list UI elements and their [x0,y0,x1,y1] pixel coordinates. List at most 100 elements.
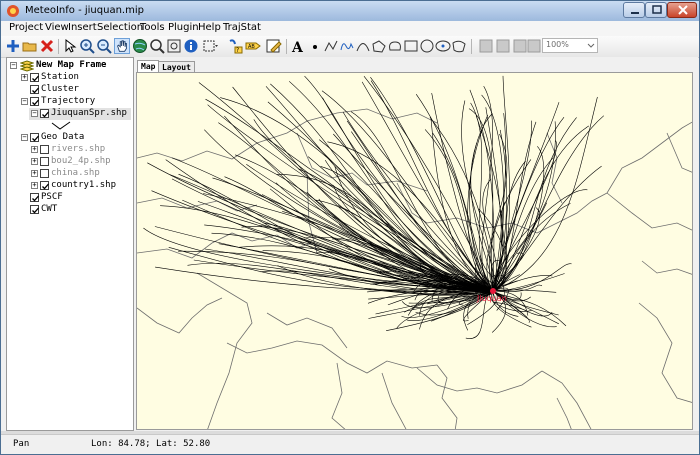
label-icon[interactable]: AB [245,38,261,54]
layer-checkbox[interactable] [40,169,49,178]
map-canvas[interactable]: Jiuquan [136,72,693,430]
legend-item-label: PSCF [41,192,63,202]
point-icon[interactable] [307,38,323,54]
menu-tools[interactable]: Tools [140,22,165,33]
menu-plugin[interactable]: Plugin [168,22,199,33]
legend-item-jiuquanspr[interactable]: − JiuquanSpr.shp [29,108,131,120]
collapse-icon[interactable]: − [31,110,38,117]
toolbar-separator [58,39,59,54]
checkmark-icon [42,183,49,190]
legend-item-rivers[interactable]: + rivers.shp [7,144,133,156]
select-rectangle-icon[interactable] [202,38,218,54]
zoom-combo[interactable]: 100% [542,38,598,53]
polyline-symbol-icon [51,121,71,130]
minimize-button[interactable] [623,2,645,18]
expand-icon[interactable]: + [31,158,38,165]
menu-project[interactable]: Project [9,22,43,33]
pan-hand-icon[interactable] [114,38,130,54]
layer-checkbox[interactable] [30,85,39,94]
zoom-value: 100% [546,40,569,49]
zoom-in-icon[interactable] [79,38,95,54]
identify-icon[interactable] [183,38,199,54]
zoom-to-layer-icon[interactable] [166,38,182,54]
polygon-icon[interactable] [371,38,387,54]
checkmark-icon [32,135,39,142]
zoom-out-icon[interactable] [96,38,112,54]
expand-icon[interactable]: + [31,170,38,177]
legend-item-cluster[interactable]: Cluster [7,84,133,96]
legend-item-country1[interactable]: + country1.shp [7,180,133,192]
meteoinfo-app-icon [7,5,19,17]
status-coordinates: Lon: 84.78; Lat: 52.80 [91,439,211,449]
legend-item-trajectory[interactable]: − Trajectory [7,96,133,108]
maximize-button[interactable] [645,2,667,18]
legend-item-station[interactable]: + Station [7,72,133,84]
layer-checkbox[interactable] [30,133,39,142]
ellipse-icon[interactable] [435,38,451,54]
border-line [137,232,313,259]
legend-item-bou2-4p[interactable]: + bou2_4p.shp [7,156,133,168]
menu-view[interactable]: View [45,22,69,33]
menu-bar: Project View Insert Selection Tools Plug… [1,21,699,36]
remove-layer-icon[interactable] [39,38,55,54]
expand-icon[interactable]: + [31,182,38,189]
legend-item-label: JiuquanSpr.shp [51,108,127,118]
menu-selection[interactable]: Selection [97,22,143,33]
select-arrow-icon[interactable] [62,38,78,54]
border-line [546,132,563,204]
expand-icon[interactable]: + [21,74,28,81]
legend-item-geo-data[interactable]: − Geo Data [7,132,133,144]
menu-trajstat[interactable]: TrajStat [223,22,261,33]
legend-item-label: Station [41,72,79,82]
tab-map[interactable]: Map [137,60,160,72]
border-line [436,364,458,429]
edit-icon[interactable] [266,38,282,54]
menu-insert[interactable]: Insert [68,22,97,33]
collapse-icon[interactable]: − [21,134,28,141]
layer-checkbox[interactable] [40,181,49,190]
full-extent-globe-icon[interactable] [132,38,148,54]
checkmark-icon [42,111,49,118]
map-svg[interactable]: Jiuquan [137,73,693,430]
close-button[interactable] [667,2,697,18]
layer-checkbox[interactable] [30,73,39,82]
title-bar[interactable]: MeteoInfo - jiuquan.mip [1,1,699,22]
menu-help[interactable]: Help [198,22,221,33]
legend-item-pscf[interactable]: PSCF [7,192,133,204]
status-mode: Pan [13,439,30,449]
border-line [606,192,692,231]
measure-icon[interactable]: ? [228,38,244,54]
layer-checkbox[interactable] [30,193,39,202]
freehand-icon[interactable] [339,38,355,54]
magnifier-icon[interactable] [149,38,165,54]
layer-checkbox[interactable] [40,157,49,166]
map-frame: Map Layout Jiuquan [134,57,698,431]
legend-item-china[interactable]: + china.shp [7,168,133,180]
legend-item-label: china.shp [51,168,100,178]
add-layer-icon[interactable] [5,38,21,54]
legend-item-label: Geo Data [41,132,85,142]
open-folder-icon[interactable] [22,38,38,54]
curve-polygon-icon[interactable] [387,38,403,54]
legend-item-cwt[interactable]: CWT [7,204,133,216]
layer-checkbox[interactable] [30,205,39,214]
layer-checkbox[interactable] [40,145,49,154]
legend-root-node[interactable]: − New Map Frame [7,60,133,72]
polyline-icon[interactable] [323,38,339,54]
freehand-polygon-icon[interactable] [451,38,467,54]
expand-icon[interactable]: + [31,146,38,153]
border-line [137,297,223,334]
text-icon[interactable]: A [290,38,306,54]
checkmark-icon [32,99,39,106]
layer-checkbox[interactable] [40,109,49,118]
chevron-down-icon[interactable] [585,39,597,52]
trajectory-line [492,96,598,292]
layer-checkbox[interactable] [30,97,39,106]
circle-icon[interactable] [419,38,435,54]
curve-icon[interactable] [355,38,371,54]
toolbar-separator [286,39,287,54]
collapse-icon[interactable]: − [21,98,28,105]
collapse-icon[interactable]: − [10,62,17,69]
window-title: MeteoInfo - jiuquan.mip [25,5,144,16]
rectangle-icon[interactable] [403,38,419,54]
